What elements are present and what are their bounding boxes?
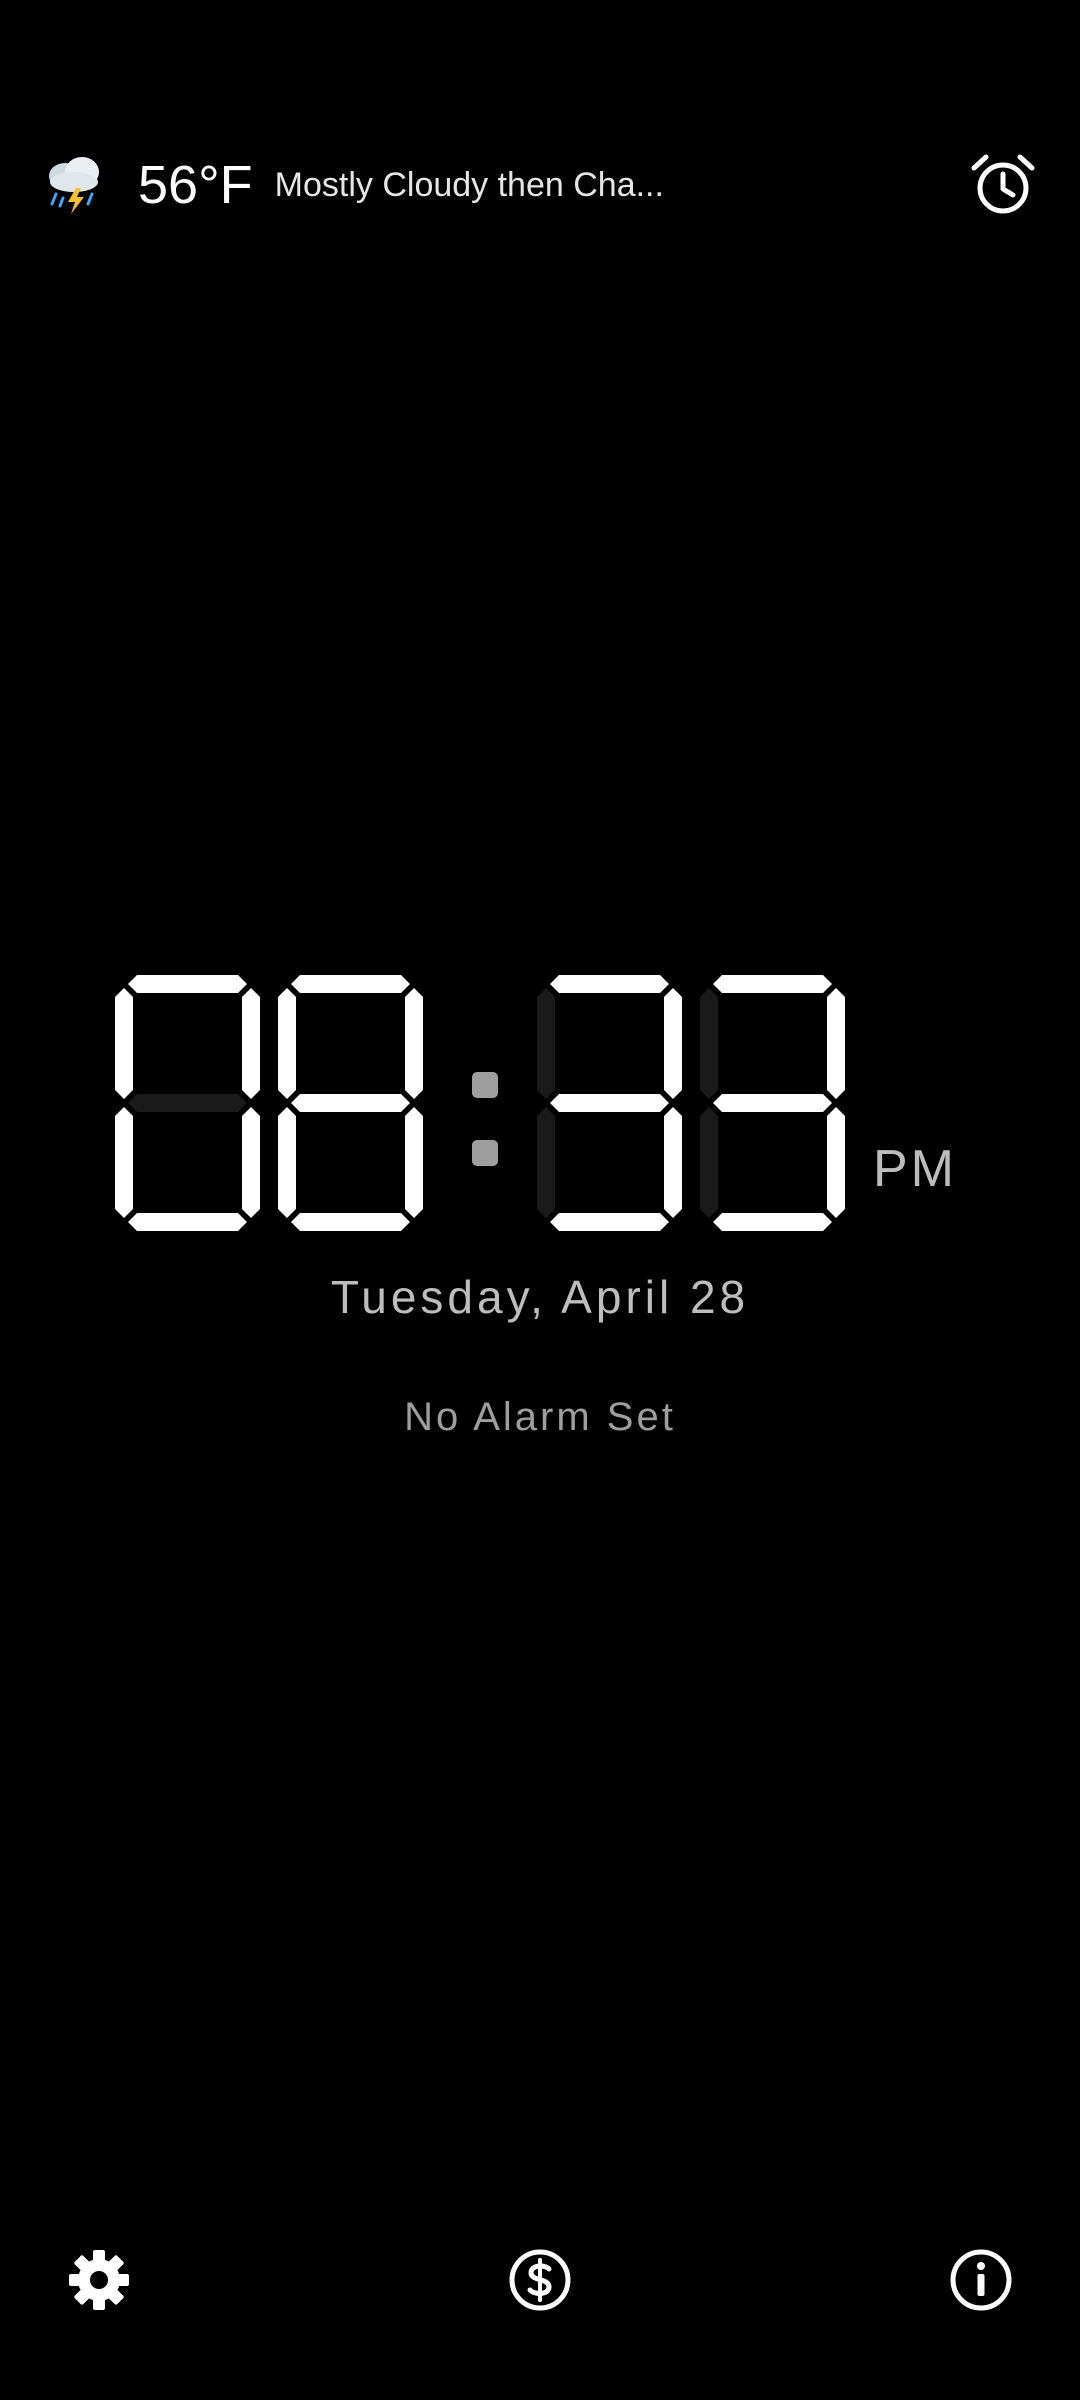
clock-digit-2-segment-d [291, 1213, 410, 1231]
weather-bar[interactable]: 56°F Mostly Cloudy then Cha... [40, 140, 695, 230]
clock-digit-1-segment-f [115, 988, 133, 1099]
clock-digit-2-segment-b [405, 988, 423, 1099]
thunderstorm-rain-icon [49, 157, 99, 214]
clock-digit-3-segment-g [550, 1094, 669, 1112]
alarm-button[interactable] [968, 150, 1038, 220]
clock-digit-1-segment-b [242, 988, 260, 1099]
clock-digit-4-segment-d [713, 1213, 832, 1231]
clock-digit-1-segment-g [128, 1094, 247, 1112]
clock-digit-3-segment-d [550, 1213, 669, 1231]
info-button[interactable] [948, 2247, 1014, 2313]
alarm-status[interactable]: No Alarm Set [0, 1395, 1080, 1440]
clock-digit-1-segment-e [115, 1107, 133, 1218]
clock-digit-3-segment-c [664, 1107, 682, 1218]
clock-digit-4-segment-c [827, 1107, 845, 1218]
clock-digit-1-segment-c [242, 1107, 260, 1218]
clock-digit-4-segment-a [713, 975, 832, 993]
clock-colon-dot-1 [472, 1072, 498, 1098]
seven-segment-clock [115, 975, 845, 1231]
clock-digit-2-segment-a [291, 975, 410, 993]
clock-digit-2-segment-g [291, 1094, 410, 1112]
clock-digit-2-segment-c [405, 1107, 423, 1218]
clock-digit-4-segment-e [700, 1107, 718, 1218]
clock-digit-2-segment-f [278, 988, 296, 1099]
clock-digit-4-segment-g [713, 1094, 832, 1112]
clock-digit-3-segment-f [537, 988, 555, 1099]
clock-digit-1-segment-d [128, 1213, 247, 1231]
am-pm-indicator: PM [873, 1140, 957, 1198]
clock-digit-3-segment-b [664, 988, 682, 1099]
date-label: Tuesday, April 28 [330, 1271, 750, 1323]
gear-icon [69, 2250, 129, 2310]
clock-digit-4-segment-b [827, 988, 845, 1099]
clock-digit-3-segment-a [550, 975, 669, 993]
premium-button[interactable] [507, 2247, 573, 2313]
clock-digit-4-segment-f [700, 988, 718, 1099]
alarm-clock-icon [971, 154, 1035, 214]
temperature: 56°F [138, 155, 253, 215]
info-icon [950, 2249, 1012, 2311]
clock-digit-2-segment-e [278, 1107, 296, 1218]
clock-digit-3-segment-e [537, 1107, 555, 1218]
clock-colon-dot-2 [472, 1140, 498, 1166]
clock-digit-1-segment-a [128, 975, 247, 993]
clock-display[interactable] [0, 975, 1080, 1245]
weather-condition: Mostly Cloudy then Cha... [274, 165, 664, 204]
dollar-circle-icon [509, 2249, 571, 2311]
settings-button[interactable] [66, 2247, 132, 2313]
